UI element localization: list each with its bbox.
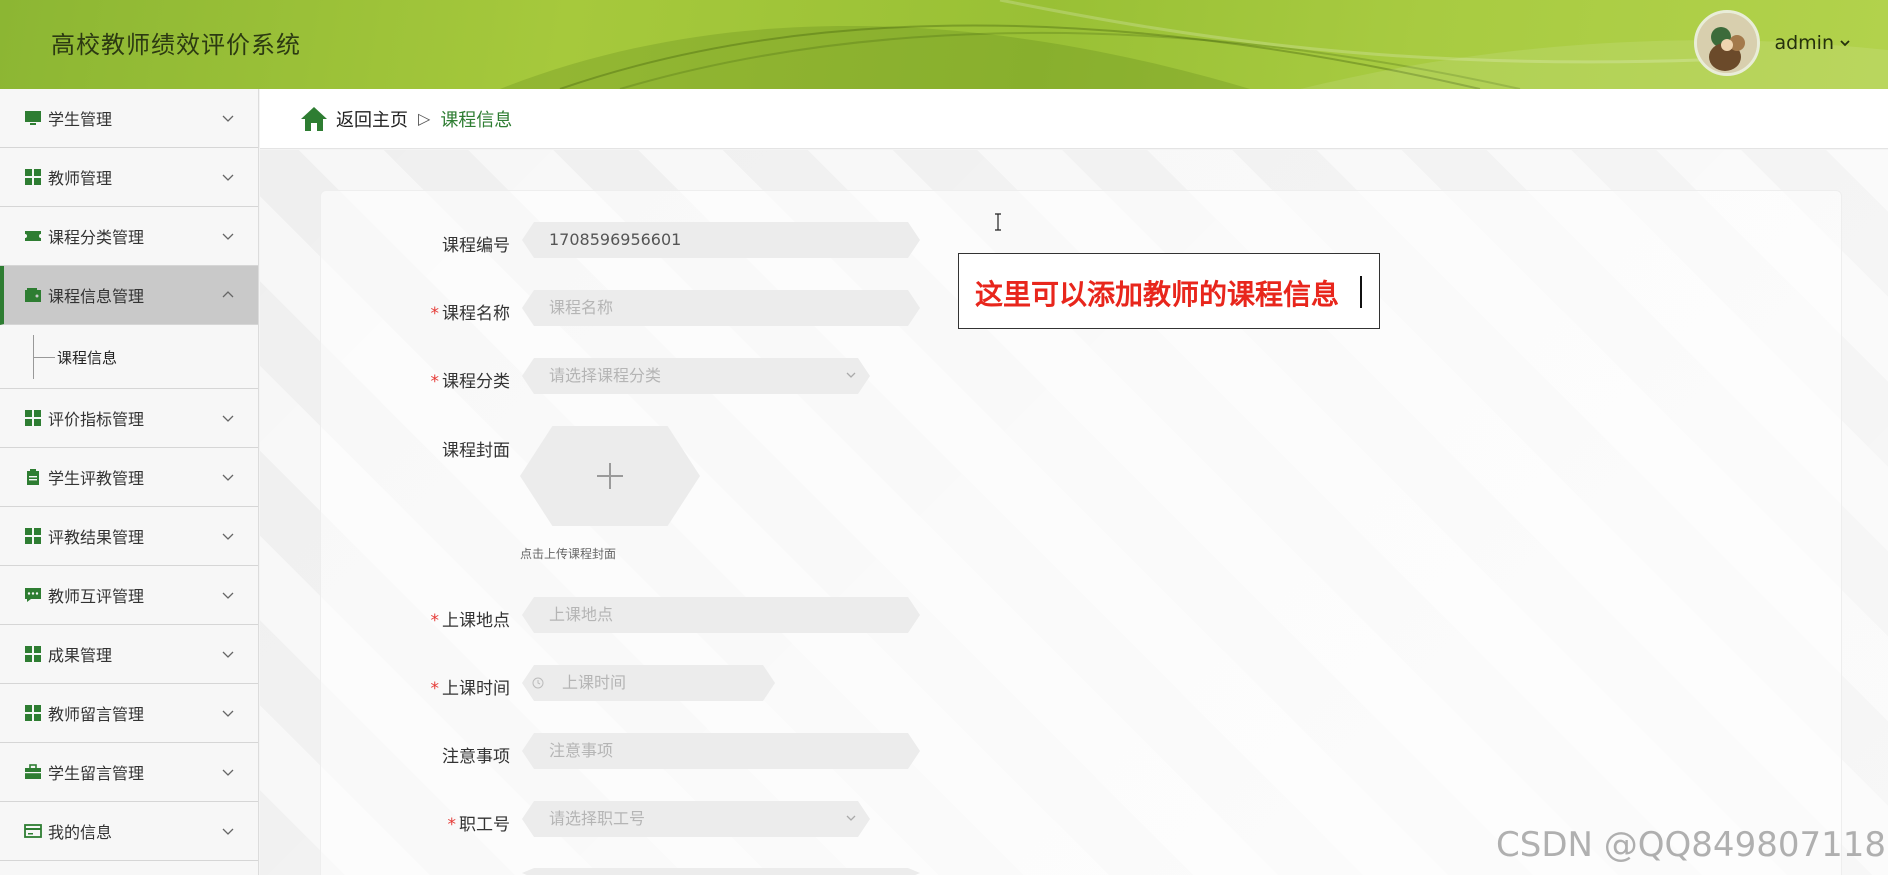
sidebar-item-evaluation-result-management[interactable]: 评教结果管理 (0, 507, 258, 566)
sidebar-item-evaluation-index-management[interactable]: 评价指标管理 (0, 389, 258, 448)
chevron-down-icon (222, 592, 234, 599)
sidebar-item-label: 评价指标管理 (48, 410, 145, 429)
grid-icon (25, 705, 41, 721)
sidebar-item-teacher-management[interactable]: 教师管理 (0, 148, 258, 207)
sidebar-item-label: 课程信息管理 (48, 287, 145, 306)
chevron-down-icon (222, 533, 234, 540)
course-name-label: * 课程名称 (430, 304, 511, 324)
sidebar-item-student-message-management[interactable]: 学生留言管理 (0, 743, 258, 802)
sidebar-item-label: 评教结果管理 (48, 528, 145, 547)
chat-icon (25, 588, 41, 602)
chevron-down-icon (846, 370, 856, 380)
course-category-label: * 课程分类 (430, 372, 511, 392)
location-label: * 上课地点 (430, 611, 511, 631)
sidebar-item-label: 我的信息 (48, 823, 113, 842)
course-no-input[interactable]: 1708596956601 (522, 222, 920, 258)
text-caret (1360, 276, 1362, 308)
annotation-text: 这里可以添加教师的课程信息 (975, 278, 1340, 311)
sidebar-item-label: 教师互评管理 (48, 587, 145, 606)
chevron-up-icon (222, 291, 234, 298)
top-header: 高校教师绩效评价系统 admin (0, 0, 1888, 89)
chevron-down-icon (222, 474, 234, 481)
sidebar-item-course-info-management[interactable]: 课程信息管理 (0, 266, 258, 325)
tree-line (33, 357, 55, 358)
annotation-box: 这里可以添加教师的课程信息 (958, 253, 1380, 329)
sidebar-item-course-category-management[interactable]: 课程分类管理 (0, 207, 258, 266)
grid-icon (25, 528, 41, 544)
time-label: * 上课时间 (430, 679, 511, 699)
clipboard-icon (27, 469, 39, 485)
user-name[interactable]: admin (1774, 32, 1834, 54)
card-icon (24, 824, 42, 838)
monitor-icon (25, 111, 41, 125)
avatar-image-icon (1697, 13, 1758, 73)
wallet-icon (25, 288, 41, 302)
system-title: 高校教师绩效评价系统 (51, 31, 301, 59)
clock-icon (532, 677, 544, 689)
ticket-icon (25, 231, 41, 241)
sidebar-item-label: 学生管理 (48, 110, 113, 129)
sidebar-item-achievement-management[interactable]: 成果管理 (0, 625, 258, 684)
course-no-label: 课程编号 (442, 236, 510, 256)
sidebar-item-label: 课程分类管理 (48, 228, 145, 247)
grid-icon (25, 169, 41, 185)
user-menu[interactable]: admin (1694, 10, 1850, 76)
plus-icon (597, 463, 623, 489)
chevron-down-icon (222, 828, 234, 835)
chevron-down-icon (222, 710, 234, 717)
watermark: CSDN @QQ849807118 (1496, 825, 1886, 865)
breadcrumb: 返回主页 ▷ 课程信息 (260, 89, 1888, 149)
course-name-input[interactable]: 课程名称 (522, 290, 920, 326)
breadcrumb-current: 课程信息 (440, 109, 513, 131)
upload-hint: 点击上传课程封面 (520, 547, 617, 561)
staff-no-label: * 职工号 (447, 815, 511, 835)
sidebar: 学生管理 教师管理 课程分类管理 课程信息管理 课程信息 评价指标管理 学生评教… (0, 89, 259, 875)
chevron-down-icon (846, 813, 856, 823)
sidebar-item-label: 学生留言管理 (48, 764, 145, 783)
sidebar-item-student-evaluation-management[interactable]: 学生评教管理 (0, 448, 258, 507)
chevron-down-icon (222, 174, 234, 181)
chevron-down-icon[interactable] (1840, 39, 1850, 47)
home-icon[interactable] (300, 106, 328, 132)
chevron-down-icon (222, 769, 234, 776)
sidebar-item-label: 教师管理 (48, 169, 113, 188)
chevron-down-icon (222, 233, 234, 240)
i-beam-cursor-icon (995, 213, 1001, 231)
sidebar-item-label: 成果管理 (48, 646, 113, 665)
breadcrumb-home-link[interactable]: 返回主页 (336, 106, 408, 132)
staff-no-select[interactable]: 请选择职工号 (522, 801, 870, 837)
sidebar-item-label: 教师留言管理 (48, 705, 145, 724)
briefcase-icon (25, 764, 41, 779)
chevron-down-icon (222, 415, 234, 422)
course-category-select[interactable]: 请选择课程分类 (522, 358, 870, 394)
sidebar-item-student-management[interactable]: 学生管理 (0, 89, 258, 148)
grid-icon (25, 410, 41, 426)
chevron-down-icon (222, 651, 234, 658)
sidebar-item-label: 学生评教管理 (48, 469, 145, 488)
sidebar-subitem-course-info[interactable]: 课程信息 (0, 325, 258, 389)
sidebar-item-peer-review-management[interactable]: 教师互评管理 (0, 566, 258, 625)
notes-label: 注意事项 (442, 747, 510, 767)
time-picker[interactable]: 上课时间 (522, 665, 775, 701)
chevron-down-icon (222, 115, 234, 122)
location-input[interactable]: 上课地点 (522, 597, 920, 633)
notes-input[interactable]: 注意事项 (522, 733, 920, 769)
sidebar-item-my-info[interactable]: 我的信息 (0, 802, 258, 861)
sidebar-item-teacher-message-management[interactable]: 教师留言管理 (0, 684, 258, 743)
course-cover-label: 课程封面 (442, 441, 510, 461)
breadcrumb-separator: ▷ (418, 109, 431, 128)
sidebar-subitem-label[interactable]: 课程信息 (57, 347, 117, 368)
avatar[interactable] (1694, 10, 1761, 76)
next-field-partial[interactable] (522, 868, 920, 875)
cover-upload-area[interactable] (520, 426, 700, 526)
grid-icon (25, 646, 41, 662)
